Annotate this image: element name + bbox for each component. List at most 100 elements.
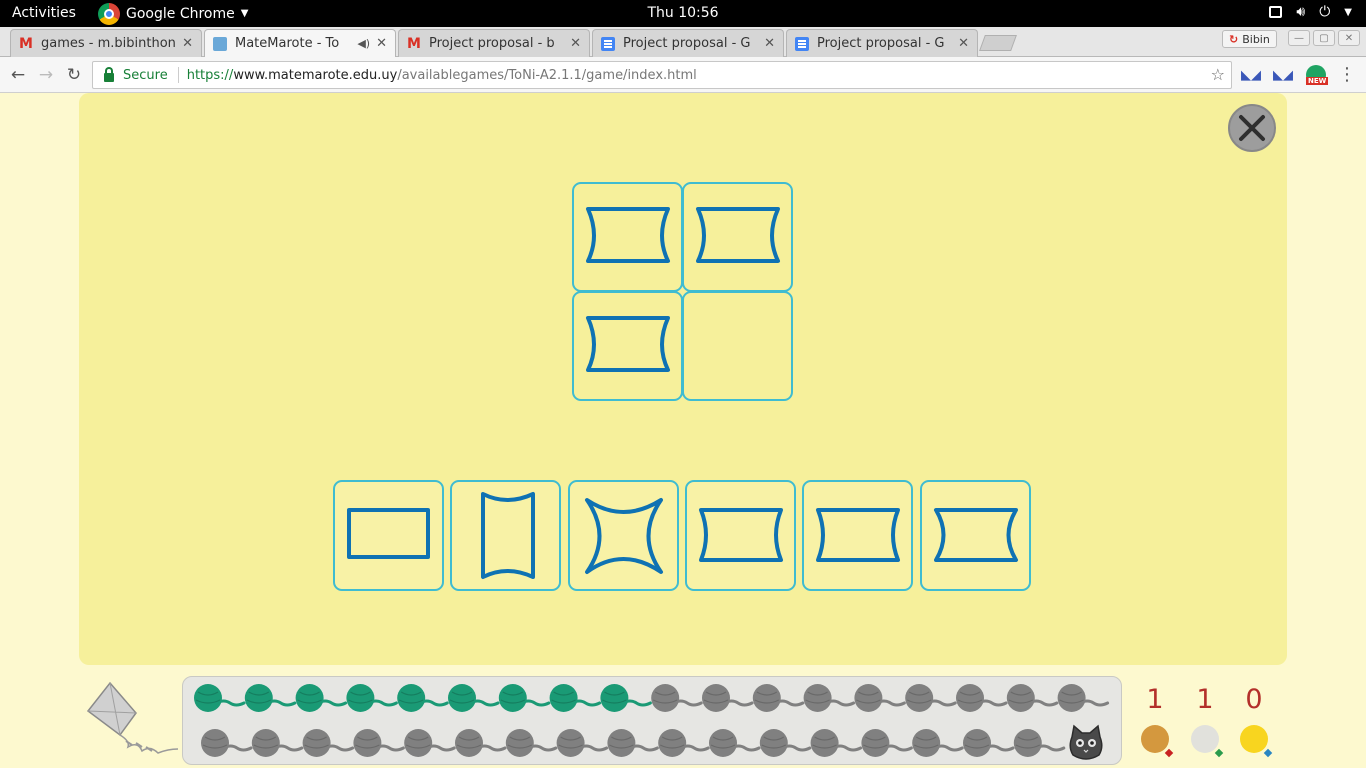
tab-title: MateMarote - To (235, 36, 340, 51)
option-concave-sides-1[interactable] (685, 480, 796, 591)
yarn-ball-icon (861, 729, 913, 757)
close-tab-icon[interactable]: ✕ (764, 36, 775, 51)
yarn-ball-icon (346, 684, 398, 712)
address-bar[interactable]: Secure https:// www.matemarote.edu.uy /a… (92, 61, 1232, 89)
close-window-button[interactable]: ✕ (1338, 30, 1360, 46)
extension-mask-icon[interactable]: ◣◢ (1241, 65, 1261, 85)
yarn-ball-icon (302, 729, 355, 757)
back-icon[interactable]: ← (7, 64, 29, 86)
yarn-ball-icon (1006, 684, 1059, 712)
grid-cell-bottom-left (572, 291, 683, 401)
grid-cell-top-right (682, 182, 793, 292)
concave-sides-rectangle-shape (696, 207, 780, 263)
silver-score: 1 (1196, 684, 1214, 715)
docs-icon (795, 36, 809, 51)
gold-medal-icon (1240, 725, 1268, 753)
tab-title: games - m.bibinthon (41, 36, 176, 51)
new-badge: NEW (1306, 77, 1329, 85)
yarn-ball-icon (600, 684, 652, 712)
tab-project-proposal-docs-2[interactable]: Project proposal - G ✕ (786, 29, 978, 57)
tab-project-proposal-gmail[interactable]: M Project proposal - b ✕ (398, 29, 590, 57)
concave-sides-rectangle-shape (586, 316, 670, 372)
sync-icon: ↻ (1229, 32, 1239, 46)
gmail-icon: M (19, 35, 33, 52)
extension-new-icon[interactable]: NEW (1306, 65, 1329, 85)
divider (177, 67, 179, 83)
yarn-ball-icon (912, 729, 964, 757)
close-icon (1239, 115, 1265, 141)
extension-mask-icon[interactable]: ◣◢ (1273, 65, 1293, 85)
gold-score: 0 (1245, 684, 1263, 715)
grid-cell-top-left (572, 182, 683, 292)
screen-icon (1269, 6, 1283, 18)
yarn-ball-icon (956, 684, 1008, 712)
tab-title: Project proposal - b (429, 36, 555, 51)
close-game-button[interactable] (1228, 104, 1276, 152)
yarn-ball-icon (353, 729, 405, 757)
reload-icon[interactable]: ↻ (63, 64, 85, 86)
app-menu[interactable]: Google Chrome ▼ (98, 0, 248, 27)
app-menu-label: Google Chrome (126, 5, 235, 22)
tab-matemarote[interactable]: MateMarote - To ◀︎) ✕ (204, 29, 396, 57)
yarn-ball-icon (244, 684, 297, 712)
yarn-ball-icon (607, 729, 659, 757)
option-concave-sides-2[interactable] (802, 480, 913, 591)
url-host: www.matemarote.edu.uy (233, 67, 398, 83)
maximize-button[interactable]: ▢ (1313, 30, 1335, 46)
browser-toolbar: ← → ↻ Secure https:// www.matemarote.edu… (0, 57, 1366, 93)
concave-star-shape (585, 498, 663, 574)
profile-button[interactable]: ↻ Bibin (1222, 30, 1277, 48)
chevron-down-icon: ▼ (1344, 6, 1352, 18)
option-concave-star[interactable] (568, 480, 679, 591)
yarn-ball-icon (810, 729, 863, 757)
concave-sides-rectangle-shape (816, 508, 900, 562)
tab-games-gmail[interactable]: M games - m.bibinthon ✕ (10, 29, 202, 57)
yarn-ball-icon (194, 684, 246, 712)
audio-icon[interactable]: ◀︎) (357, 37, 370, 50)
gmail-icon: M (407, 35, 421, 52)
system-status-area[interactable]: 🔊︎ ⏻ ▼ (1269, 4, 1352, 20)
forward-icon[interactable]: → (35, 64, 57, 86)
yarn-ball-icon (498, 684, 551, 712)
chevron-down-icon: ▼ (240, 8, 249, 19)
bronze-medal-icon (1141, 725, 1169, 753)
tab-strip: M games - m.bibinthon ✕ MateMarote - To … (0, 27, 1366, 57)
close-tab-icon[interactable]: ✕ (570, 36, 581, 51)
yarn-ball-icon (505, 729, 558, 757)
yarn-ball-icon (709, 729, 761, 757)
system-top-bar: Activities Google Chrome ▼ Thu 10:56 🔊︎ … (0, 0, 1366, 27)
concave-top-bottom-shape (481, 492, 535, 579)
url-path: /availablegames/ToNi-A2.1.1/game/index.h… (397, 67, 697, 83)
yarn-ball-icon (251, 729, 304, 757)
tab-title: Project proposal - G (623, 36, 751, 51)
lock-icon (104, 66, 114, 82)
close-tab-icon[interactable]: ✕ (958, 36, 969, 51)
tab-title: Project proposal - G (817, 36, 945, 51)
yarn-ball-icon (404, 729, 456, 757)
chrome-logo-icon (98, 2, 120, 25)
yarn-ball-icon (803, 684, 856, 712)
yarn-ball-icon (651, 684, 703, 712)
option-rectangle[interactable] (333, 480, 444, 591)
option-concave-sides-3[interactable] (920, 480, 1031, 591)
silver-medal-icon (1191, 725, 1219, 753)
yarn-ball-icon (295, 684, 348, 712)
yarn-ball-icon (752, 684, 805, 712)
yarn-ball-icon (1057, 684, 1110, 712)
docs-icon (601, 36, 615, 51)
concave-sides-rectangle-shape (934, 508, 1018, 562)
kite-icon (86, 681, 179, 754)
new-tab-button[interactable] (979, 35, 1017, 51)
close-tab-icon[interactable]: ✕ (376, 36, 387, 51)
profile-name: Bibin (1242, 32, 1270, 46)
chrome-menu-icon[interactable]: ⋮ (1338, 64, 1356, 85)
bookmark-star-icon[interactable]: ☆ (1211, 65, 1225, 84)
tab-project-proposal-docs-1[interactable]: Project proposal - G ✕ (592, 29, 784, 57)
grid-cell-empty-target[interactable] (682, 291, 793, 401)
activities-button[interactable]: Activities (12, 5, 76, 21)
minimize-button[interactable]: — (1288, 30, 1310, 46)
game-board (79, 93, 1287, 665)
cat-icon (1069, 724, 1103, 760)
option-concave-top-bottom[interactable] (450, 480, 561, 591)
close-tab-icon[interactable]: ✕ (182, 36, 193, 51)
